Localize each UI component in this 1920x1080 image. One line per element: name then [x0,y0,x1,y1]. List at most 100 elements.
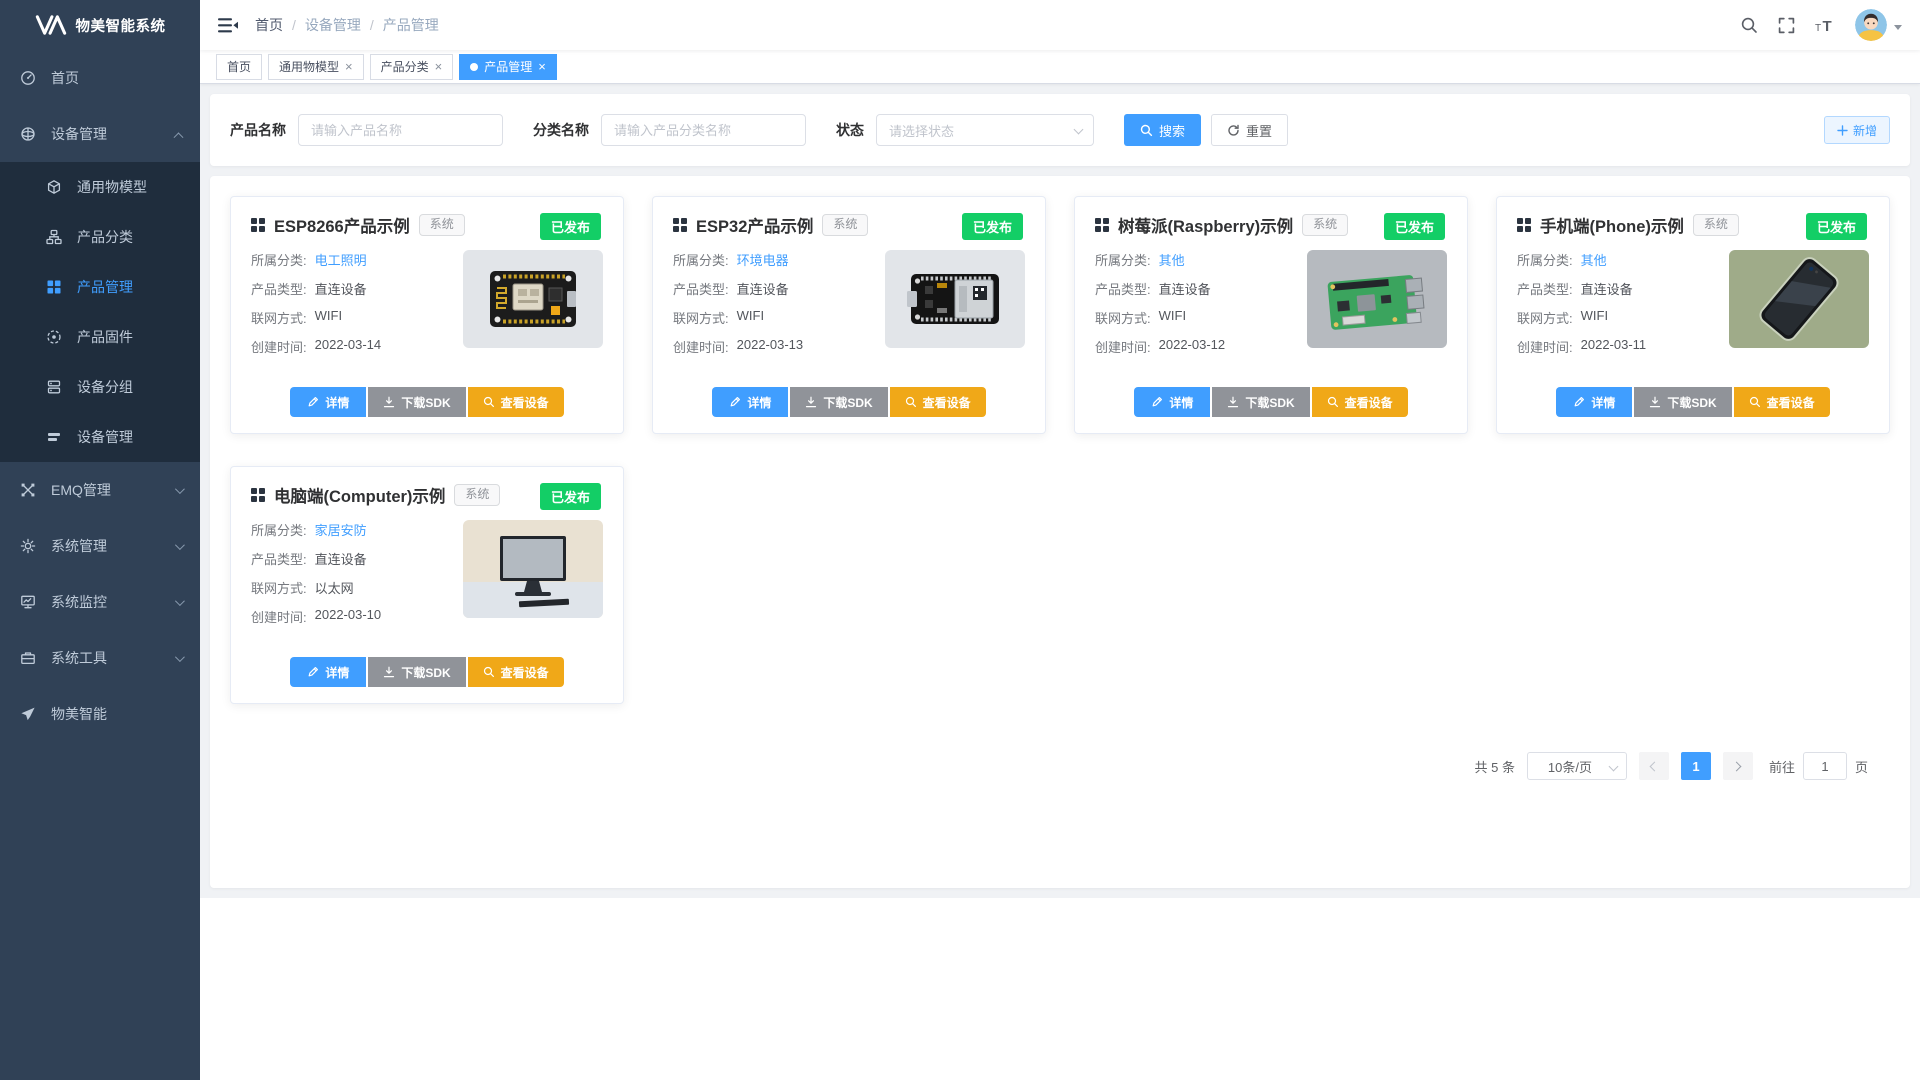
magnifier-icon [1749,396,1761,408]
category-link[interactable]: 环境电器 [737,250,789,269]
pagination: 共 5 条 10条/页 1 前往 页 [230,752,1890,780]
edit-icon [1573,396,1585,408]
sidebar-item-wumei-smart[interactable]: 物美智能 [0,686,200,742]
status-badge: 已发布 [1384,213,1445,240]
app-logo[interactable]: 物美智能系统 [0,0,200,50]
add-button[interactable]: 新增 [1824,116,1890,144]
product-title: ESP32产品示例 [696,213,813,237]
field-label: 产品类型: [1095,279,1151,298]
product-list-panel: 已发布 ESP8266产品示例 系统 所属分类:电工照明 产品类型:直连设备 联… [210,176,1910,888]
detail-button[interactable]: 详情 [290,657,366,687]
tab-label: 产品管理 [484,58,532,75]
field-value: WIFI [737,308,764,327]
view-devices-button[interactable]: 查看设备 [468,657,564,687]
field-value: 直连设备 [315,549,367,568]
system-tag: 系统 [822,214,868,236]
reset-button[interactable]: 重置 [1211,114,1288,146]
close-icon[interactable]: × [345,60,353,73]
card-body: 所属分类:其他 产品类型:直连设备 联网方式:WIFI 创建时间:2022-03… [1517,250,1869,366]
avatar [1855,9,1887,41]
field-value: 2022-03-12 [1159,337,1226,356]
sidebar-item-label: 通用物模型 [77,177,182,197]
detail-button[interactable]: 详情 [712,387,788,417]
category-name-input[interactable] [601,114,806,146]
download-sdk-button[interactable]: 下载SDK [368,387,465,417]
category-link[interactable]: 家居安防 [315,520,367,539]
view-devices-button[interactable]: 查看设备 [1312,387,1408,417]
category-link[interactable]: 电工照明 [315,250,367,269]
download-sdk-button[interactable]: 下载SDK [1212,387,1309,417]
device-sphere-icon [20,126,36,142]
system-tag: 系统 [454,484,500,506]
sidebar-item-system-monitor[interactable]: 系统监控 [0,574,200,630]
detail-button[interactable]: 详情 [1556,387,1632,417]
sidebar-item-home[interactable]: 首页 [0,50,200,106]
tab-thing-model[interactable]: 通用物模型 × [268,54,364,80]
detail-button[interactable]: 详情 [1134,387,1210,417]
breadcrumb-home[interactable]: 首页 [255,15,283,35]
status-badge: 已发布 [540,483,601,510]
device-group-icon [46,379,62,395]
sidebar-item-system-management[interactable]: 系统管理 [0,518,200,574]
sidebar-collapse-icon[interactable] [218,17,238,34]
field-value: 2022-03-13 [737,337,804,356]
search-icon[interactable] [1740,16,1758,34]
sidebar-item-system-tools[interactable]: 系统工具 [0,630,200,686]
download-icon [383,666,395,678]
view-devices-label: 查看设备 [501,664,549,681]
prev-page-button[interactable] [1639,752,1669,780]
filter-category-name: 分类名称 [533,114,806,146]
status-select[interactable]: 请选择状态 [876,114,1094,146]
field-label: 联网方式: [251,308,307,327]
sidebar-item-product-firmware[interactable]: 产品固件 [0,312,200,362]
detail-button[interactable]: 详情 [290,387,366,417]
breadcrumb-device-management[interactable]: 设备管理 [305,15,361,35]
sidebar-item-label: 系统工具 [51,648,175,668]
product-fields: 所属分类:其他 产品类型:直连设备 联网方式:WIFI 创建时间:2022-03… [1517,250,1721,366]
product-card-esp8266: 已发布 ESP8266产品示例 系统 所属分类:电工照明 产品类型:直连设备 联… [230,196,624,434]
next-page-button[interactable] [1723,752,1753,780]
category-link[interactable]: 其他 [1159,250,1185,269]
tab-product-category[interactable]: 产品分类 × [370,54,454,80]
detail-button-label: 详情 [1591,394,1615,411]
category-link[interactable]: 其他 [1581,250,1607,269]
download-sdk-button[interactable]: 下载SDK [1634,387,1731,417]
sidebar-item-product-management[interactable]: 产品管理 [0,262,200,312]
page-number-1[interactable]: 1 [1681,752,1711,780]
search-button[interactable]: 搜索 [1124,114,1201,146]
close-icon[interactable]: × [435,60,443,73]
font-size-icon[interactable]: T T [1815,17,1835,34]
field-label: 创建时间: [251,607,307,626]
tab-home[interactable]: 首页 [216,54,262,80]
sidebar-item-product-category[interactable]: 产品分类 [0,212,200,262]
product-name-input[interactable] [298,114,503,146]
field-label: 创建时间: [251,337,307,356]
sidebar-item-device-management[interactable]: 设备管理 [0,106,200,162]
download-sdk-button[interactable]: 下载SDK [790,387,887,417]
download-sdk-label: 下载SDK [401,394,450,411]
field-label: 联网方式: [1095,308,1151,327]
product-fields: 所属分类:电工照明 产品类型:直连设备 联网方式:WIFI 创建时间:2022-… [251,250,455,366]
sidebar-item-thing-model[interactable]: 通用物模型 [0,162,200,212]
fullscreen-icon[interactable] [1778,17,1795,34]
download-sdk-button[interactable]: 下载SDK [368,657,465,687]
card-actions: 详情 下载SDK 查看设备 [1517,387,1869,417]
user-menu[interactable] [1855,9,1902,41]
close-icon[interactable]: × [538,60,546,73]
tab-product-management[interactable]: 产品管理 × [459,54,557,80]
view-devices-button[interactable]: 查看设备 [1734,387,1830,417]
field-label: 产品类型: [251,279,307,298]
sidebar-item-device-management-sub[interactable]: 设备管理 [0,412,200,462]
field-label: 联网方式: [251,578,307,597]
view-devices-button[interactable]: 查看设备 [468,387,564,417]
sidebar-item-emq[interactable]: EMQ管理 [0,462,200,518]
sidebar-item-device-group[interactable]: 设备分组 [0,362,200,412]
device-list-icon [46,429,62,445]
goto-page-input[interactable] [1803,752,1847,780]
svg-text:T: T [1815,23,1821,34]
page-size-select[interactable]: 10条/页 [1527,752,1627,780]
sidebar: 物美智能系统 首页 设备管理 通用物模型 [0,0,200,1080]
status-select-value[interactable]: 请选择状态 [876,114,1094,146]
view-devices-button[interactable]: 查看设备 [890,387,986,417]
goto-label: 前往 [1769,757,1795,776]
